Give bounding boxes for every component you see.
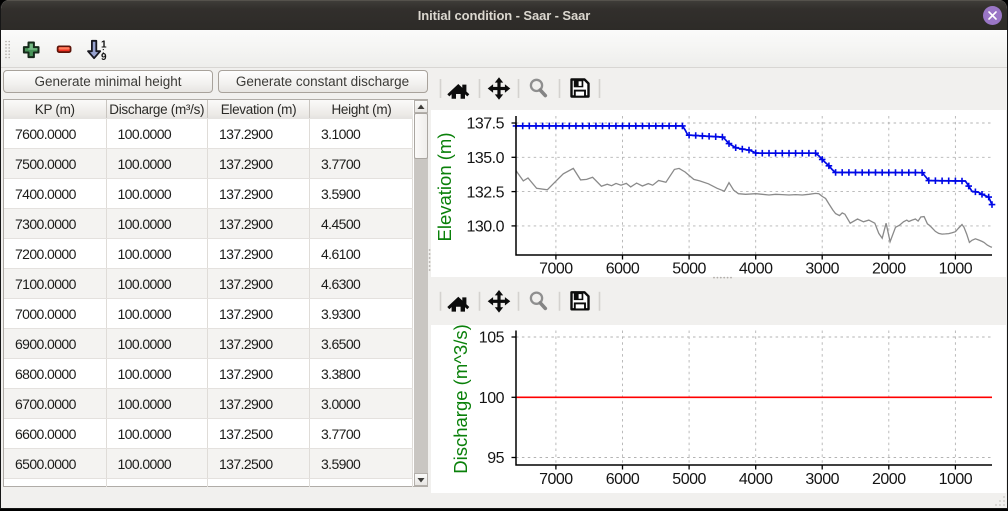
svg-text:1000: 1000 <box>939 471 973 488</box>
svg-text:5000: 5000 <box>672 471 706 488</box>
svg-text:137.5: 137.5 <box>466 116 504 133</box>
svg-text:7000: 7000 <box>539 471 573 488</box>
svg-text:132.5: 132.5 <box>466 184 504 201</box>
svg-text:9: 9 <box>101 52 107 63</box>
svg-text:95: 95 <box>487 450 504 467</box>
svg-text:4000: 4000 <box>739 261 773 278</box>
svg-text:4000: 4000 <box>739 471 773 488</box>
svg-text:6000: 6000 <box>606 471 640 488</box>
svg-text:2000: 2000 <box>872 471 906 488</box>
svg-text:Discharge (m^3/s): Discharge (m^3/s) <box>450 324 471 474</box>
svg-text:7000: 7000 <box>539 261 573 278</box>
svg-text:Elevation (m): Elevation (m) <box>434 133 455 242</box>
svg-text:6000: 6000 <box>606 261 640 278</box>
svg-text:130.0: 130.0 <box>466 219 504 236</box>
svg-text:1000: 1000 <box>939 261 973 278</box>
svg-text:2000: 2000 <box>872 261 906 278</box>
svg-text:3000: 3000 <box>805 261 839 278</box>
svg-text:105: 105 <box>479 330 505 347</box>
svg-text:135.0: 135.0 <box>466 150 504 167</box>
svg-text:3000: 3000 <box>805 471 839 488</box>
svg-text:5000: 5000 <box>672 261 706 278</box>
svg-text:100: 100 <box>479 390 505 407</box>
